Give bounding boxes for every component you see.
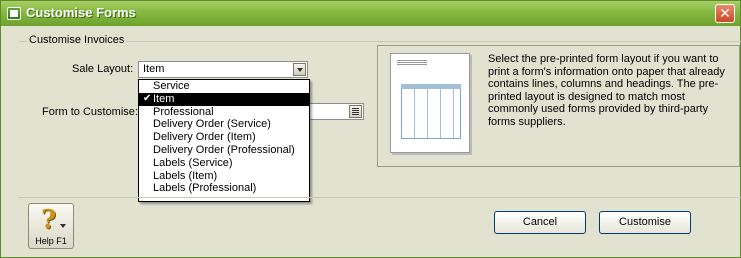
help-icon: ? [41,205,57,235]
dropdown-item-selected[interactable]: ✔ Item [139,92,309,106]
form-preview-image [390,53,470,153]
dropdown-item[interactable]: Labels (Professional) [139,182,309,195]
layout-description: Select the pre-printed form layout if yo… [488,53,725,128]
dropdown-item[interactable]: Professional [139,106,309,119]
form-header-lines [397,60,427,65]
form-table-header [401,84,461,89]
sale-layout-label: Sale Layout: [72,63,134,75]
app-icon [7,7,21,20]
form-to-customise-label: Form to Customise: [42,106,138,118]
group-label: Customise Invoices [27,34,127,46]
check-icon: ✔ [143,92,152,104]
chevron-down-icon[interactable] [293,63,306,76]
sale-layout-dropdown[interactable]: Service ✔ Item Professional Delivery Orde… [138,79,310,202]
list-icon[interactable] [349,105,362,118]
dropdown-item[interactable]: Labels (Service) [139,157,309,170]
title-bar: Customise Forms ✕ [1,1,740,26]
form-table-lines [401,84,461,139]
close-icon[interactable]: ✕ [715,4,735,23]
dropdown-item[interactable]: Labels (Item) [139,170,309,183]
cancel-button[interactable]: Cancel [494,211,586,234]
separator [19,197,741,198]
sale-layout-value: Item [143,63,165,75]
sale-layout-combo[interactable]: Item [138,61,308,78]
help-button[interactable]: ? Help F1 [28,203,74,249]
help-label: Help F1 [35,236,67,246]
chevron-down-icon [60,224,66,228]
dropdown-item[interactable]: Delivery Order (Service) [139,118,309,131]
dropdown-item[interactable]: Delivery Order (Item) [139,131,309,144]
dropdown-item[interactable]: Delivery Order (Professional) [139,144,309,157]
customise-forms-window: Customise Forms ✕ Customise Invoices Sal… [0,0,741,258]
dropdown-item[interactable]: Service [139,80,309,93]
window-title: Customise Forms [26,5,136,20]
customise-button[interactable]: Customise [599,211,691,234]
